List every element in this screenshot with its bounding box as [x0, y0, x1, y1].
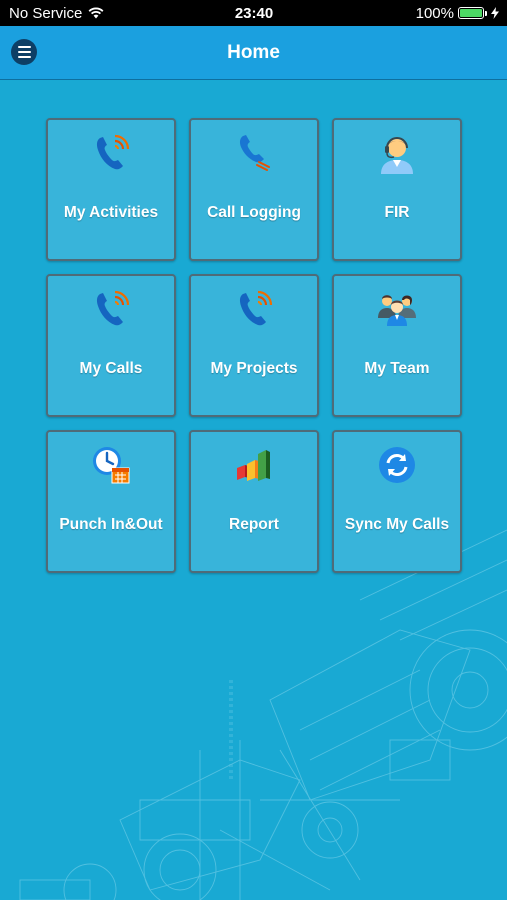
- tile-label: My Projects: [210, 360, 298, 377]
- status-bar: No Service 23:40 100%: [0, 0, 507, 26]
- home-menu-grid: My Activities Call Logging FIR My Calls: [46, 118, 462, 573]
- menu-button[interactable]: [11, 39, 37, 65]
- battery-icon: [458, 7, 487, 19]
- charging-bolt-icon: [491, 7, 499, 19]
- carrier-label: No Service: [9, 4, 83, 22]
- status-time: 23:40: [234, 4, 274, 22]
- bar-chart-icon: [237, 450, 270, 481]
- tile-fir[interactable]: FIR: [332, 118, 462, 261]
- phone-wave-icon: [96, 134, 130, 170]
- tile-my-team[interactable]: My Team: [332, 274, 462, 417]
- tile-label: My Calls: [79, 360, 143, 377]
- phone-wave-icon: [239, 290, 273, 326]
- phone-wave-icon: [96, 290, 130, 326]
- clock-calendar-icon: [93, 447, 130, 484]
- app-header: Home: [0, 26, 507, 80]
- wifi-icon: [88, 7, 104, 19]
- hamburger-line: [17, 51, 31, 53]
- tile-label: Punch In&Out: [59, 516, 163, 533]
- hamburger-line: [17, 56, 31, 58]
- tile-call-logging[interactable]: Call Logging: [189, 118, 319, 261]
- tile-label: My Activities: [63, 204, 159, 221]
- sync-icon: [379, 447, 415, 483]
- tile-sync-my-calls[interactable]: Sync My Calls: [332, 430, 462, 573]
- tile-label: Sync My Calls: [344, 516, 450, 533]
- tile-label: FIR: [384, 204, 410, 221]
- phone-log-icon: [239, 135, 270, 171]
- tile-my-calls[interactable]: My Calls: [46, 274, 176, 417]
- page-title: Home: [227, 41, 280, 63]
- tile-my-activities[interactable]: My Activities: [46, 118, 176, 261]
- tile-label: My Team: [364, 360, 430, 377]
- support-agent-icon: [381, 137, 413, 174]
- team-icon: [378, 295, 416, 326]
- battery-percent: 100%: [415, 4, 454, 22]
- tile-report[interactable]: Report: [189, 430, 319, 573]
- tile-my-projects[interactable]: My Projects: [189, 274, 319, 417]
- tile-label: Report: [229, 516, 279, 533]
- hamburger-icon: [17, 46, 31, 48]
- tile-punch-in-out[interactable]: Punch In&Out: [46, 430, 176, 573]
- tile-label: Call Logging: [207, 204, 301, 221]
